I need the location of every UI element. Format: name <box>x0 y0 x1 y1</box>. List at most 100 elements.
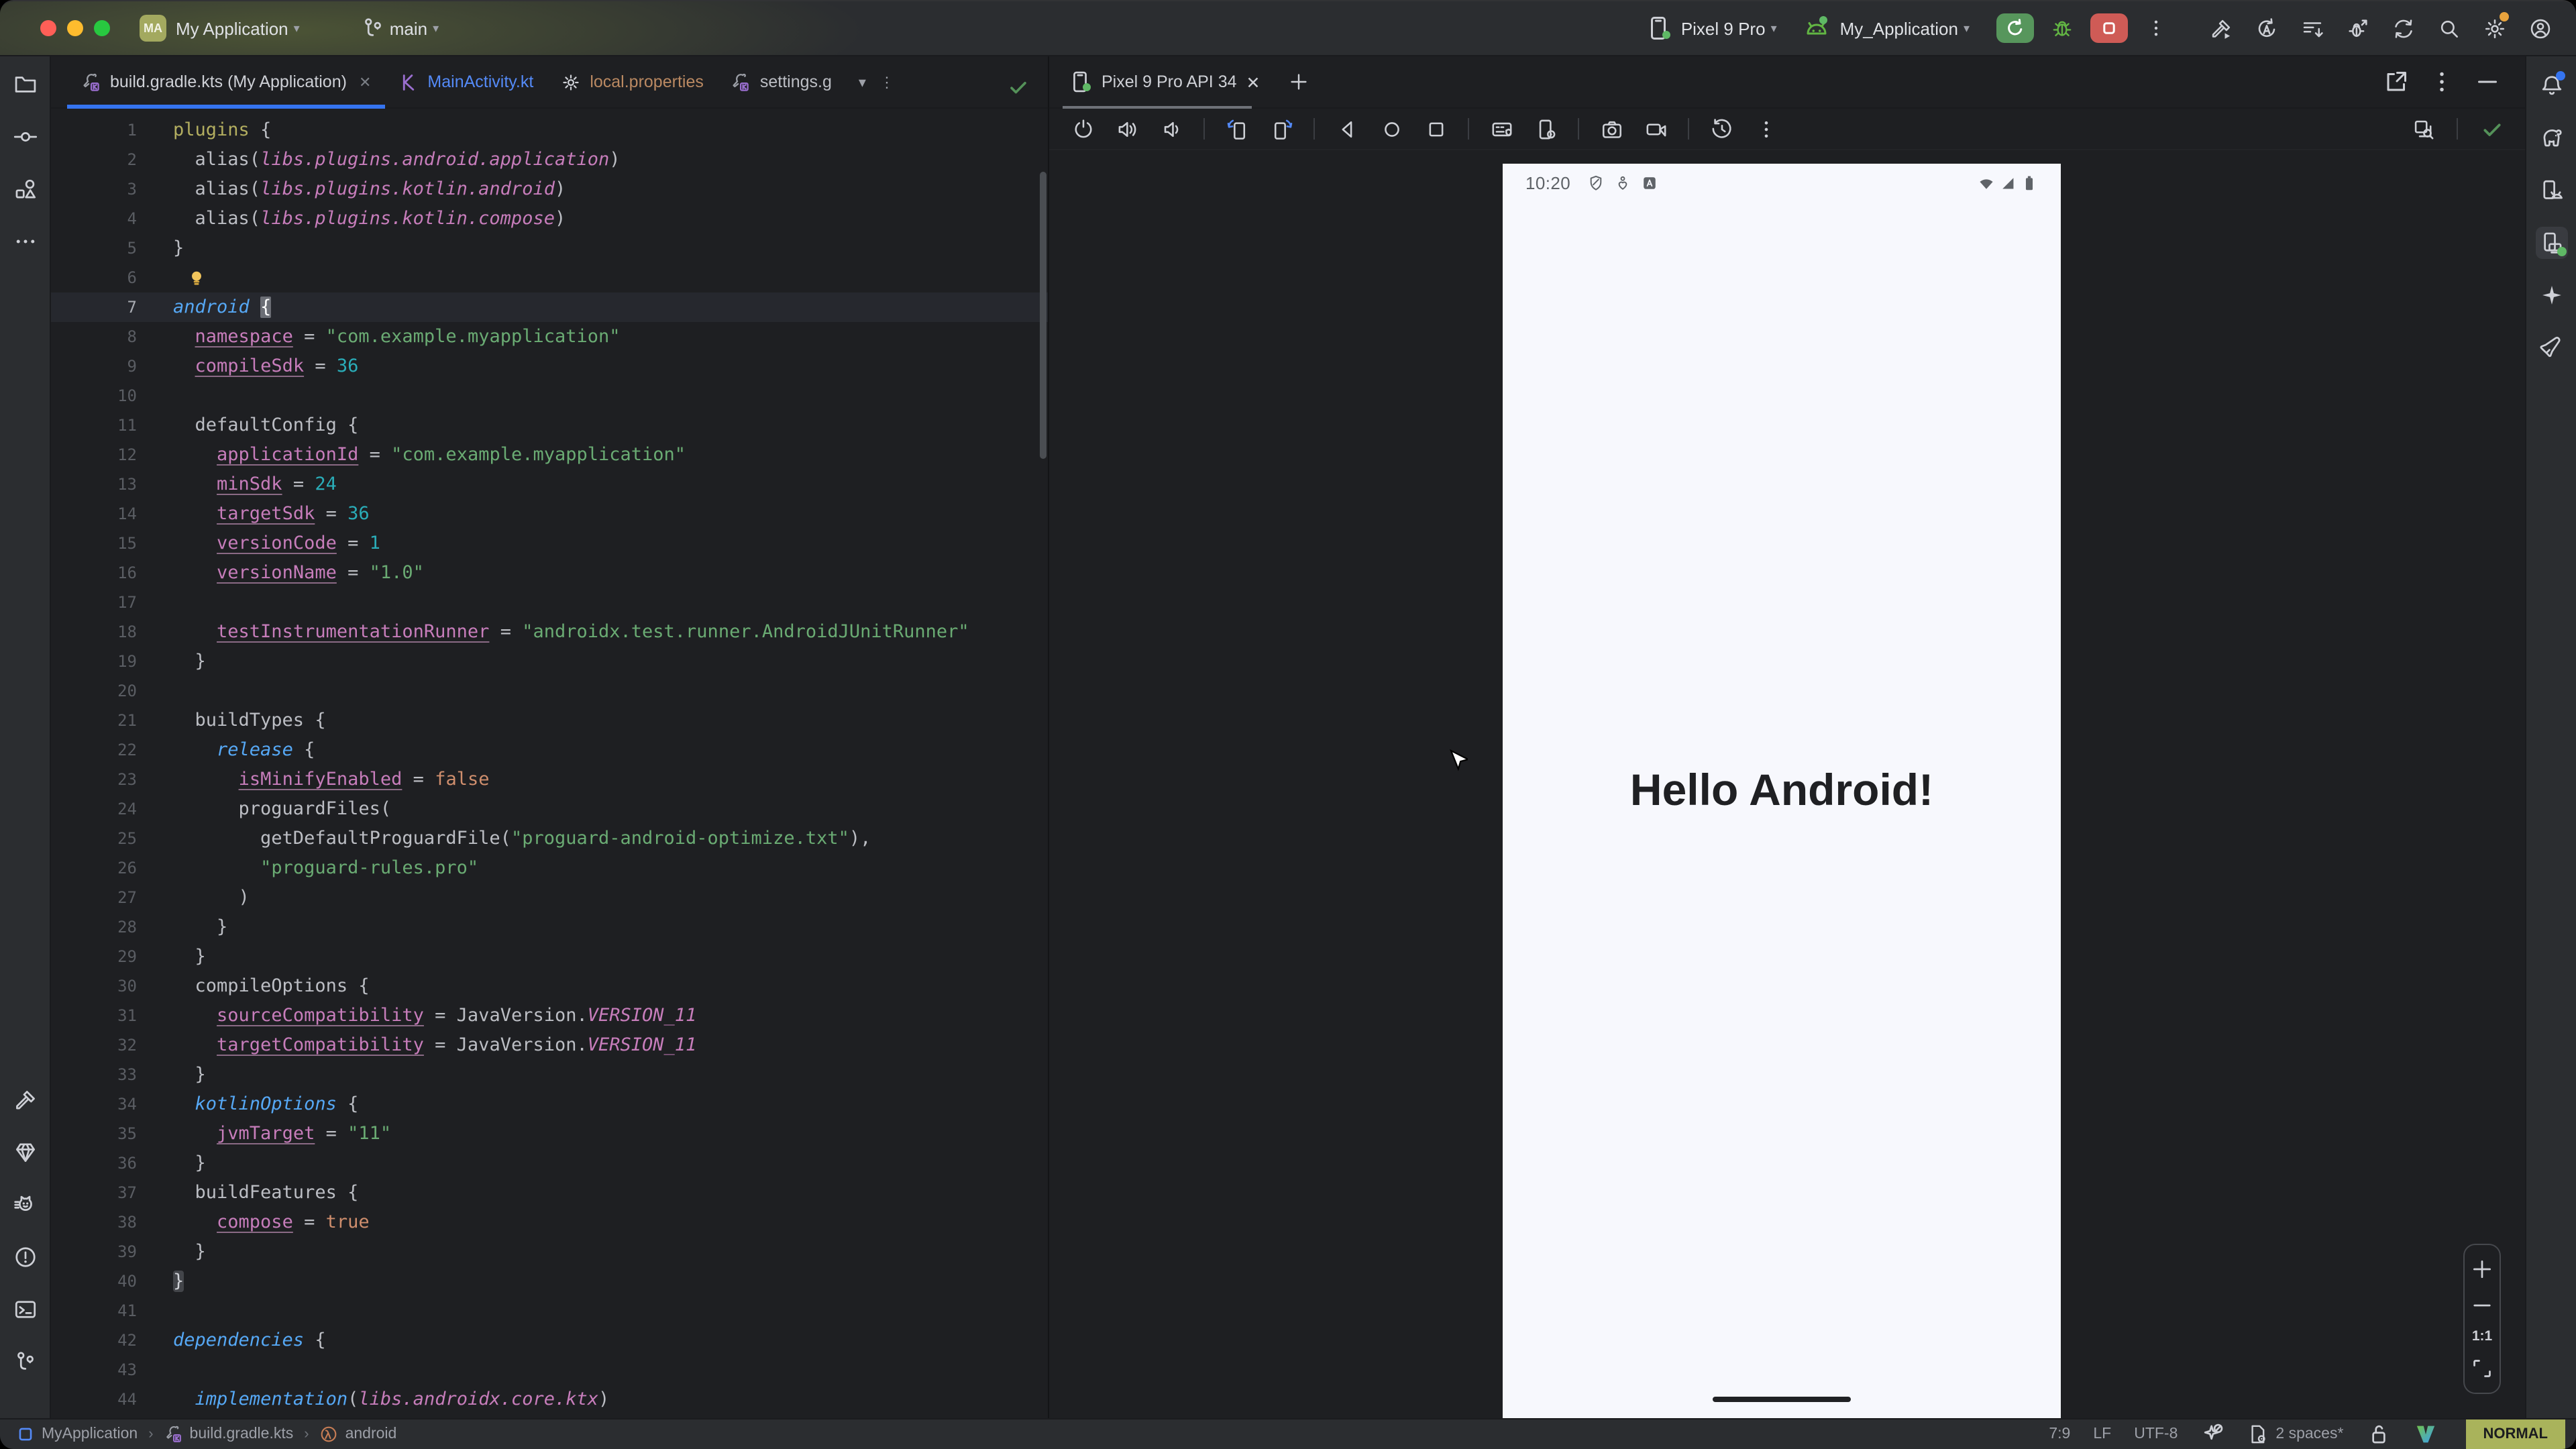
line-number[interactable]: 20 <box>51 676 137 706</box>
screen-record-button[interactable] <box>1638 111 1673 146</box>
breadcrumb-item-android[interactable]: android <box>320 1425 397 1444</box>
line-number[interactable]: 12 <box>51 440 137 470</box>
gradle-sync-icon[interactable] <box>2385 11 2420 46</box>
line-number[interactable]: 42 <box>51 1326 137 1355</box>
code-line-29[interactable]: 29 } <box>51 942 1048 971</box>
notifications-button[interactable] <box>2535 70 2567 102</box>
code-line-36[interactable]: 36 } <box>51 1148 1048 1178</box>
caret-position-widget[interactable]: 7:9 <box>2049 1426 2070 1442</box>
device-tab[interactable]: Pixel 9 Pro API 34 ✕ <box>1057 56 1271 107</box>
close-tab-icon[interactable]: ✕ <box>359 73 371 91</box>
settings-icon[interactable] <box>2477 11 2512 46</box>
line-number[interactable]: 17 <box>51 588 137 617</box>
gradle-tool-button[interactable] <box>2535 122 2567 154</box>
airplane-button[interactable] <box>2535 331 2567 364</box>
code-line-28[interactable]: 28 } <box>51 912 1048 942</box>
line-number[interactable]: 38 <box>51 1208 137 1237</box>
device-selector[interactable]: Pixel 9 Pro ▾ <box>1645 15 1777 42</box>
zoom-window-button[interactable] <box>94 20 110 36</box>
line-number[interactable]: 41 <box>51 1296 137 1326</box>
editor-tab-local.properties[interactable]: local.properties <box>547 56 717 107</box>
commit-tool-button[interactable] <box>7 119 42 154</box>
line-number[interactable]: 39 <box>51 1237 137 1267</box>
line-number[interactable]: 43 <box>51 1355 137 1385</box>
device-settings-button[interactable] <box>1528 111 1563 146</box>
overview-button[interactable] <box>1418 111 1453 146</box>
version-control-button[interactable] <box>7 1344 42 1379</box>
screenshot-button[interactable] <box>1594 111 1629 146</box>
code-line-34[interactable]: 34 kotlinOptions { <box>51 1089 1048 1119</box>
line-number[interactable]: 34 <box>51 1089 137 1119</box>
line-number[interactable]: 35 <box>51 1119 137 1148</box>
close-icon[interactable]: ✕ <box>1246 72 1260 92</box>
code-line-38[interactable]: 38 compose = true <box>51 1208 1048 1237</box>
intention-bulb-icon[interactable] <box>186 268 207 288</box>
editor-tab-build.gradle.kts[interactable]: build.gradle.kts (My Application)✕ <box>67 56 384 107</box>
device-more-button[interactable] <box>1748 111 1783 146</box>
open-in-new-window-button[interactable] <box>2383 68 2410 95</box>
code-line-32[interactable]: 32 targetCompatibility = JavaVersion.VER… <box>51 1030 1048 1060</box>
line-number[interactable]: 18 <box>51 617 137 647</box>
code-line-41[interactable]: 41 <box>51 1296 1048 1326</box>
line-number[interactable]: 27 <box>51 883 137 912</box>
ui-check-status[interactable] <box>2474 111 2509 146</box>
device-manager-button[interactable] <box>2535 174 2567 207</box>
code-line-10[interactable]: 10 <box>51 381 1048 411</box>
indent-widget[interactable]: 2 spaces* <box>2247 1424 2343 1445</box>
line-number[interactable]: 33 <box>51 1060 137 1089</box>
zoom-actual-size-button[interactable]: 1:1 <box>2472 1329 2492 1345</box>
layout-inspector-button[interactable] <box>2406 111 2440 146</box>
code-line-24[interactable]: 24 proguardFiles( <box>51 794 1048 824</box>
problems-tool-button[interactable] <box>7 1240 42 1275</box>
line-number[interactable]: 25 <box>51 824 137 853</box>
line-number[interactable]: 3 <box>51 174 137 204</box>
profiler-icon[interactable] <box>2294 11 2329 46</box>
code-line-31[interactable]: 31 sourceCompatibility = JavaVersion.VER… <box>51 1001 1048 1030</box>
line-number[interactable]: 13 <box>51 470 137 499</box>
line-number[interactable]: 31 <box>51 1001 137 1030</box>
line-number[interactable]: 29 <box>51 942 137 971</box>
line-number[interactable]: 8 <box>51 322 137 352</box>
terminal-tool-button[interactable] <box>7 1292 42 1327</box>
attach-debugger-icon[interactable] <box>2340 11 2375 46</box>
code-line-6[interactable]: 6 <box>51 263 1048 292</box>
code-line-26[interactable]: 26 "proguard-rules.pro" <box>51 853 1048 883</box>
line-number[interactable]: 11 <box>51 411 137 440</box>
line-number[interactable]: 7 <box>51 292 137 322</box>
line-number[interactable]: 14 <box>51 499 137 529</box>
hide-panel-button[interactable] <box>2474 68 2501 95</box>
line-number[interactable]: 24 <box>51 794 137 824</box>
run-button[interactable] <box>1996 13 2034 43</box>
code-line-14[interactable]: 14 targetSdk = 36 <box>51 499 1048 529</box>
code-line-27[interactable]: 27 ) <box>51 883 1048 912</box>
line-number[interactable]: 26 <box>51 853 137 883</box>
code-line-40[interactable]: 40} <box>51 1267 1048 1296</box>
line-number[interactable]: 6 <box>51 263 137 292</box>
code-line-43[interactable]: 43 <box>51 1355 1048 1385</box>
inspections-ok-icon[interactable] <box>1008 76 1029 98</box>
line-number[interactable]: 5 <box>51 233 137 263</box>
code-line-25[interactable]: 25 getDefaultProguardFile("proguard-andr… <box>51 824 1048 853</box>
profile-icon[interactable] <box>2522 11 2557 46</box>
line-number[interactable]: 21 <box>51 706 137 735</box>
editor-tab-settings.g[interactable]: settings.g <box>717 56 845 107</box>
running-devices-button[interactable] <box>2535 227 2567 259</box>
stop-button[interactable] <box>2090 13 2128 43</box>
project-name[interactable]: My Application <box>176 18 288 38</box>
close-window-button[interactable] <box>40 20 56 36</box>
zoom-to-fit-button[interactable] <box>2470 1356 2494 1381</box>
debug-button[interactable] <box>2045 11 2080 46</box>
line-number[interactable]: 40 <box>51 1267 137 1296</box>
line-number[interactable]: 10 <box>51 381 137 411</box>
ideavim-icon[interactable] <box>2413 1422 2437 1446</box>
code-line-44[interactable]: 44 implementation(libs.androidx.core.ktx… <box>51 1385 1048 1414</box>
snapshots-button[interactable] <box>1704 111 1739 146</box>
code-editor[interactable]: 1plugins {2 alias(libs.plugins.android.a… <box>51 109 1048 1418</box>
line-ending-widget[interactable]: LF <box>2093 1426 2111 1442</box>
more-tool-windows-button[interactable] <box>7 224 42 259</box>
line-number[interactable]: 37 <box>51 1178 137 1208</box>
code-line-30[interactable]: 30 compileOptions { <box>51 971 1048 1001</box>
code-line-23[interactable]: 23 isMinifyEnabled = false <box>51 765 1048 794</box>
line-number[interactable]: 32 <box>51 1030 137 1060</box>
ai-assistant-off-icon[interactable] <box>2200 1422 2224 1446</box>
